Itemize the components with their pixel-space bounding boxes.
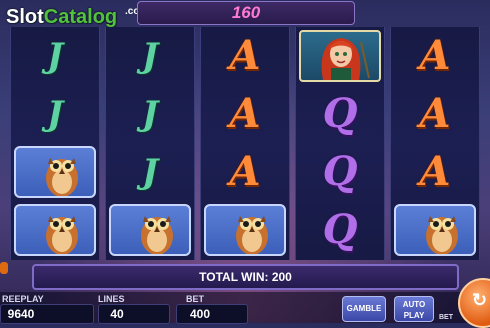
gamble-button[interactable]: GAMBLE bbox=[342, 296, 386, 322]
reels-grid: J J J J J A A A Q Q Q A A A bbox=[10, 27, 480, 260]
symbol-a: A bbox=[419, 90, 451, 137]
spin-icon: ↻ bbox=[472, 290, 488, 310]
bet-label: BET bbox=[186, 294, 204, 304]
freeplay-label: REEPLAY bbox=[2, 294, 44, 304]
total-win-text: TOTAL WIN: 200 bbox=[199, 270, 292, 284]
symbol-cell bbox=[11, 143, 99, 201]
symbol-cell: J bbox=[106, 85, 194, 143]
symbol-cell bbox=[11, 201, 99, 259]
owl-symbol bbox=[109, 204, 191, 256]
total-win-bar: TOTAL WIN: 200 bbox=[32, 264, 459, 290]
reel-3: A A A bbox=[200, 27, 290, 260]
symbol-cell bbox=[106, 201, 194, 259]
bet-value: 400 bbox=[189, 307, 211, 321]
lines-value: 40 bbox=[110, 307, 124, 321]
autoplay-label-line2: PLAY bbox=[403, 311, 425, 320]
symbol-cell: A bbox=[201, 85, 289, 143]
symbol-cell: J bbox=[106, 27, 194, 85]
symbol-j: J bbox=[141, 94, 159, 134]
owl-symbol bbox=[394, 204, 476, 256]
symbol-a: A bbox=[229, 148, 261, 195]
left-decoration bbox=[0, 262, 8, 274]
lines-label: LINES bbox=[98, 294, 125, 304]
symbol-cell: A bbox=[391, 143, 479, 201]
symbol-cell bbox=[201, 201, 289, 259]
symbol-a: A bbox=[419, 148, 451, 195]
reel-2: J J J bbox=[105, 27, 195, 260]
freeplay-value-box: 9640 bbox=[0, 304, 94, 324]
symbol-j: J bbox=[141, 152, 159, 192]
autoplay-button[interactable]: AUTO PLAY bbox=[394, 296, 434, 322]
symbol-q: Q bbox=[322, 148, 358, 195]
bet-small-label: BET bbox=[439, 314, 453, 321]
symbol-cell: J bbox=[11, 27, 99, 85]
witch-symbol bbox=[299, 30, 381, 82]
owl-symbol bbox=[204, 204, 286, 256]
symbol-cell bbox=[391, 201, 479, 259]
lines-value-box: 40 bbox=[98, 304, 170, 324]
symbol-q: Q bbox=[322, 206, 358, 253]
reel-1: J J bbox=[10, 27, 100, 260]
symbol-a: A bbox=[229, 90, 261, 137]
symbol-a: A bbox=[229, 32, 261, 79]
win-amount: 160 bbox=[231, 3, 261, 22]
symbol-a: A bbox=[419, 32, 451, 79]
symbol-j: J bbox=[46, 94, 64, 134]
win-display: 160 bbox=[137, 1, 355, 25]
symbol-cell: Q bbox=[296, 143, 384, 201]
autoplay-label-line1: AUTO bbox=[402, 300, 426, 309]
slotcatalog-watermark: SlotCatalog bbox=[6, 6, 118, 28]
symbol-q: Q bbox=[322, 90, 358, 137]
symbol-cell bbox=[296, 27, 384, 85]
symbol-j: J bbox=[46, 36, 64, 76]
symbol-cell: J bbox=[106, 143, 194, 201]
bet-value-box: 400 bbox=[176, 304, 248, 324]
reel-5: A A A bbox=[390, 27, 480, 260]
symbol-cell: A bbox=[201, 27, 289, 85]
freeplay-value: 9640 bbox=[7, 307, 35, 321]
owl-symbol bbox=[14, 204, 96, 256]
symbol-cell: A bbox=[391, 85, 479, 143]
symbol-j: J bbox=[141, 36, 159, 76]
symbol-cell: J bbox=[11, 85, 99, 143]
symbol-cell: A bbox=[391, 27, 479, 85]
symbol-cell: Q bbox=[296, 85, 384, 143]
owl-symbol bbox=[14, 146, 96, 198]
symbol-cell: Q bbox=[296, 201, 384, 259]
reel-4: Q Q Q bbox=[295, 27, 385, 260]
symbol-cell: A bbox=[201, 143, 289, 201]
